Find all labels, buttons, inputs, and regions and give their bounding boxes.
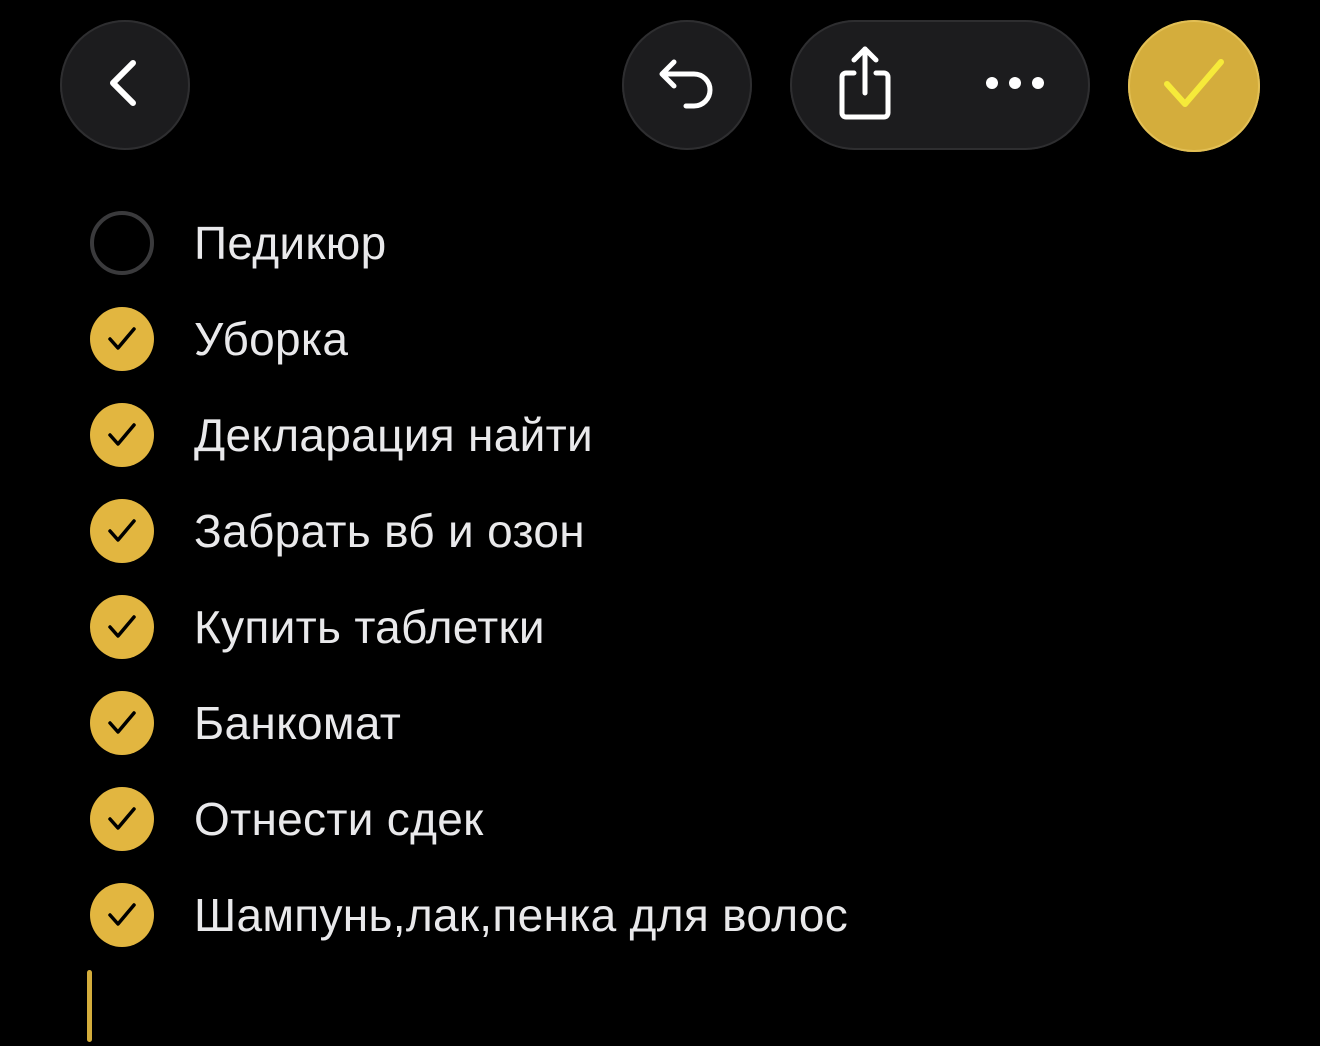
ellipsis-icon	[980, 73, 1050, 98]
chevron-left-icon	[95, 53, 155, 118]
done-button[interactable]	[1128, 20, 1260, 152]
checklist-item: Отнести сдек	[90, 771, 484, 867]
checkmark-icon	[1159, 54, 1229, 119]
checkbox-checked-icon[interactable]	[90, 403, 154, 467]
checklist-item-label[interactable]: Отнести сдек	[194, 792, 484, 846]
checklist-item-label[interactable]: Забрать вб и озон	[194, 504, 585, 558]
back-button[interactable]	[60, 20, 190, 150]
more-button[interactable]	[965, 35, 1065, 135]
actions-pill	[790, 20, 1090, 150]
checklist-item: Декларация найти	[90, 387, 593, 483]
checklist-item-label[interactable]: Шампунь,лак,пенка для волос	[194, 888, 848, 942]
checkbox-checked-icon[interactable]	[90, 691, 154, 755]
checklist-item-label[interactable]: Банкомат	[194, 696, 401, 750]
checklist-item: Купить таблетки	[90, 579, 545, 675]
checkbox-unchecked-icon[interactable]	[90, 211, 154, 275]
checklist-item-label[interactable]: Купить таблетки	[194, 600, 545, 654]
checkbox-checked-icon[interactable]	[90, 307, 154, 371]
share-icon	[830, 43, 900, 128]
checklist-item: Уборка	[90, 291, 348, 387]
text-cursor[interactable]	[87, 970, 92, 1042]
undo-icon	[652, 48, 722, 123]
undo-button[interactable]	[622, 20, 752, 150]
checkbox-checked-icon[interactable]	[90, 883, 154, 947]
checklist-item: Банкомат	[90, 675, 401, 771]
checklist-item-label[interactable]: Декларация найти	[194, 408, 593, 462]
share-button[interactable]	[815, 35, 915, 135]
checklist-item: Забрать вб и озон	[90, 483, 585, 579]
checklist-item-label[interactable]: Педикюр	[194, 216, 386, 270]
checkbox-checked-icon[interactable]	[90, 787, 154, 851]
checklist-item: Педикюр	[90, 195, 386, 291]
checkbox-checked-icon[interactable]	[90, 499, 154, 563]
checkbox-checked-icon[interactable]	[90, 595, 154, 659]
toolbar	[0, 0, 1320, 170]
checklist-item-label[interactable]: Уборка	[194, 312, 348, 366]
checklist-item: Шампунь,лак,пенка для волос	[90, 867, 848, 963]
